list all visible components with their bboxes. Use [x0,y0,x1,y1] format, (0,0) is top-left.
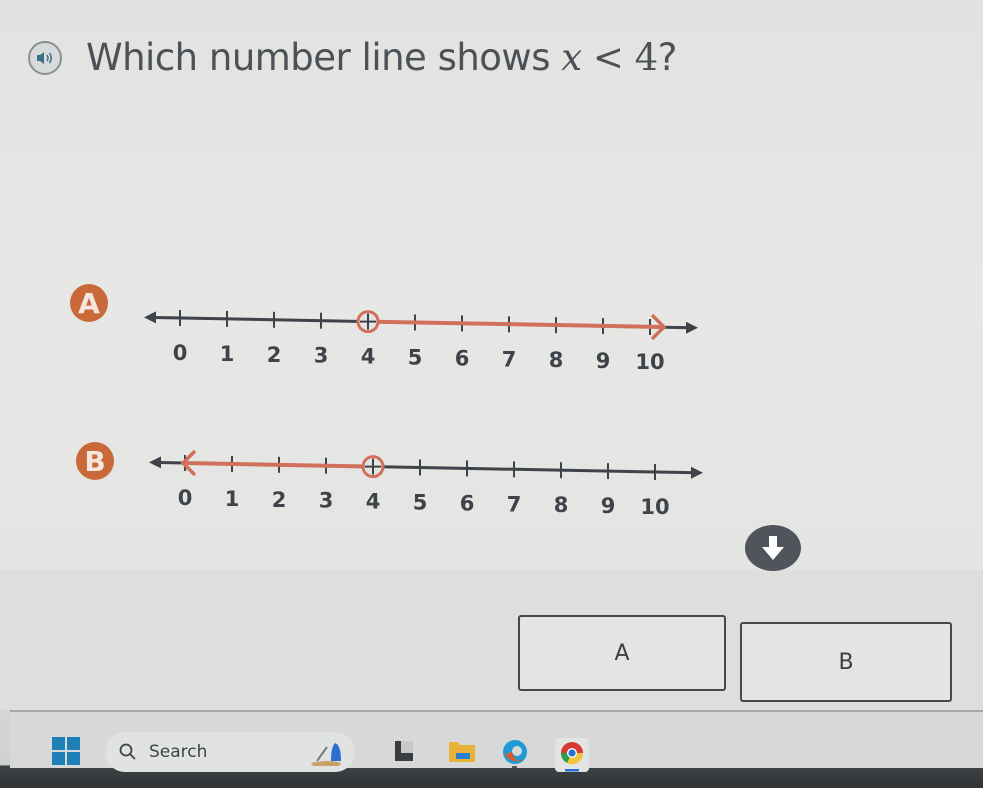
tick-label: 10 [640,495,669,519]
axis-left-arrow [149,456,161,469]
inequality-variable: x [561,36,582,79]
tick-label: 4 [366,490,381,514]
tick-label: 8 [554,493,569,517]
solution-ray [367,319,665,329]
tick-label: 9 [601,494,616,518]
tick-label: 7 [502,347,517,371]
answer-button-a[interactable]: A [518,615,726,691]
question-text: Which number line shows x < 4? [86,36,677,79]
tick-label: 5 [408,346,423,370]
inequality-relation: < 4 [581,36,658,79]
tick-label: 2 [272,488,287,512]
question-header: Which number line shows x < 4? [28,36,677,79]
tick-label: 9 [596,349,611,373]
tick-label: 3 [314,344,329,368]
axis-left-arrow [144,311,156,324]
axis-right-arrow [686,321,698,334]
tick-label: 2 [267,343,282,367]
tick-label: 10 [635,350,664,374]
tick-label: 8 [549,348,564,372]
number-line-b: 0 1 2 3 4 5 6 7 8 9 10 [149,449,703,519]
tick-label: 1 [220,342,235,366]
tick-label: 5 [413,491,428,515]
tick-label: 7 [507,492,522,516]
inequality: x < 4 [561,36,658,79]
tick-label: 6 [455,346,470,370]
question-suffix: ? [657,36,678,79]
chrome-icon[interactable] [555,738,595,772]
windows-start-icon[interactable] [52,737,80,765]
tick-label: 3 [319,489,334,513]
task-view-icon[interactable] [393,738,421,768]
tick-label: 0 [173,341,188,365]
search-icon [119,743,136,760]
edge-icon[interactable] [500,738,528,768]
number-line-a: 0 1 2 3 4 5 6 7 8 9 10 [144,310,698,374]
tick-label: 4 [361,345,376,369]
option-b-badge: B [76,442,114,480]
tick-label: 1 [225,487,240,511]
scroll-down-button[interactable] [745,525,801,571]
axis-right-arrow [691,466,703,479]
option-a-badge: A [70,284,108,322]
taskbar-search[interactable]: Search [105,732,355,772]
tick-label: 0 [178,486,193,510]
tick-label: 6 [460,491,475,515]
answer-button-b[interactable]: B [740,622,952,702]
question-prefix: Which number line shows [86,36,562,79]
widgets-icon[interactable] [309,737,349,767]
solution-ray [182,461,374,469]
taskbar: Search [0,710,983,788]
speaker-icon[interactable] [28,40,62,75]
arrow-down-icon [762,536,784,560]
search-label: Search [149,742,208,762]
file-explorer-icon[interactable] [448,738,476,768]
